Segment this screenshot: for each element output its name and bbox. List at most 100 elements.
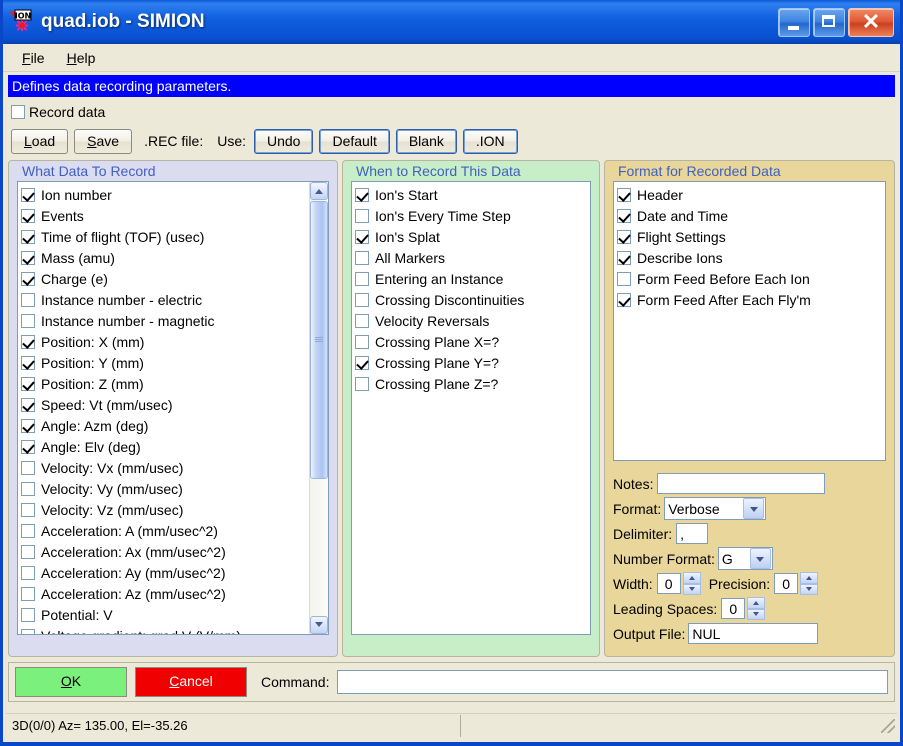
delimiter-input[interactable]: , [676, 523, 709, 544]
list-item[interactable]: Ion's Start [355, 184, 590, 205]
format-option-checkbox[interactable] [617, 229, 631, 244]
list-item[interactable]: Crossing Plane X=? [355, 331, 590, 352]
what-data-checkbox[interactable] [21, 481, 35, 496]
cancel-button[interactable]: Cancel [135, 667, 247, 697]
list-item[interactable]: Charge (e) [21, 268, 328, 289]
list-item[interactable]: Ion's Every Time Step [355, 205, 590, 226]
what-data-checkbox[interactable] [21, 523, 35, 538]
format-option-checkbox[interactable] [617, 187, 631, 202]
what-data-checkbox[interactable] [21, 586, 35, 601]
list-item[interactable]: Speed: Vt (mm/usec) [21, 394, 328, 415]
list-item[interactable]: Instance number - electric [21, 289, 328, 310]
precision-stepper-down-icon[interactable] [800, 583, 819, 595]
format-option-checkbox[interactable] [617, 292, 631, 307]
list-item[interactable]: Position: Y (mm) [21, 352, 328, 373]
when-to-record-checkbox[interactable] [355, 208, 369, 223]
list-item[interactable]: Position: X (mm) [21, 331, 328, 352]
list-item[interactable]: Ion's Splat [355, 226, 590, 247]
scroll-down-button[interactable] [310, 616, 328, 634]
list-item[interactable]: Header [617, 184, 885, 205]
what-data-checkbox[interactable] [21, 628, 35, 634]
list-item[interactable]: Flight Settings [617, 226, 885, 247]
when-to-record-checkbox[interactable] [355, 250, 369, 265]
width-stepper-up-icon[interactable] [682, 572, 701, 584]
load-button[interactable]: Load [11, 128, 69, 154]
list-item[interactable]: Crossing Discontinuities [355, 289, 590, 310]
list-item[interactable]: Potential: V [21, 604, 328, 625]
minimize-button[interactable] [778, 7, 810, 37]
when-to-record-checkbox[interactable] [355, 334, 369, 349]
record-data-checkbox[interactable] [11, 105, 25, 119]
what-data-checkbox[interactable] [21, 334, 35, 349]
list-item[interactable]: Voltage gradient: grad V (V/mm) [21, 625, 328, 634]
when-to-record-checkbox[interactable] [355, 313, 369, 328]
format-select[interactable]: Verbose [664, 497, 767, 520]
what-data-checkbox[interactable] [21, 607, 35, 622]
leading-spaces-stepper-up-icon[interactable] [747, 597, 766, 609]
command-input[interactable] [337, 670, 888, 694]
list-item[interactable]: Angle: Elv (deg) [21, 436, 328, 457]
what-data-checkbox[interactable] [21, 460, 35, 475]
list-item[interactable]: Ion number [21, 184, 328, 205]
list-item[interactable]: Form Feed Before Each Ion [617, 268, 885, 289]
menu-item-help[interactable]: Help [56, 47, 107, 69]
notes-input[interactable] [657, 473, 826, 494]
list-item[interactable]: Velocity: Vx (mm/usec) [21, 457, 328, 478]
what-data-checkbox[interactable] [21, 292, 35, 307]
list-item[interactable]: Instance number - magnetic [21, 310, 328, 331]
what-data-checkbox[interactable] [21, 397, 35, 412]
list-item[interactable]: Angle: Azm (deg) [21, 415, 328, 436]
ion-button[interactable]: .ION [462, 128, 518, 154]
list-item[interactable]: Events [21, 205, 328, 226]
what-data-checkbox[interactable] [21, 418, 35, 433]
what-data-checkbox[interactable] [21, 271, 35, 286]
what-data-checkbox[interactable] [21, 187, 35, 202]
leading-spaces-input[interactable]: 0 [721, 598, 746, 619]
format-option-checkbox[interactable] [617, 271, 631, 286]
list-item[interactable]: Acceleration: Ay (mm/usec^2) [21, 562, 328, 583]
list-item[interactable]: Describe Ions [617, 247, 885, 268]
ok-button[interactable]: OK [15, 667, 127, 697]
list-item[interactable]: Acceleration: A (mm/usec^2) [21, 520, 328, 541]
output-file-input[interactable]: NUL [688, 623, 819, 644]
what-data-checkbox[interactable] [21, 376, 35, 391]
list-item[interactable]: Crossing Plane Z=? [355, 373, 590, 394]
list-item[interactable]: Mass (amu) [21, 247, 328, 268]
what-data-checkbox[interactable] [21, 229, 35, 244]
what-data-checkbox[interactable] [21, 250, 35, 265]
when-to-record-checkbox[interactable] [355, 187, 369, 202]
default-button[interactable]: Default [319, 128, 390, 154]
when-to-record-checkbox[interactable] [355, 271, 369, 286]
list-item[interactable]: Acceleration: Az (mm/usec^2) [21, 583, 328, 604]
list-item[interactable]: Velocity Reversals [355, 310, 590, 331]
number-format-select[interactable]: G [717, 547, 773, 570]
precision-stepper-up-icon[interactable] [800, 572, 819, 584]
when-to-record-checkbox[interactable] [355, 292, 369, 307]
list-item[interactable]: Form Feed After Each Fly'm [617, 289, 885, 310]
precision-stepper[interactable] [800, 572, 819, 595]
what-data-checkbox[interactable] [21, 355, 35, 370]
precision-input[interactable]: 0 [774, 573, 799, 594]
scroll-up-button[interactable] [310, 182, 328, 200]
leading-spaces-stepper[interactable] [747, 597, 766, 620]
resize-grip-icon[interactable] [881, 719, 895, 733]
maximize-button[interactable] [813, 7, 845, 37]
format-option-checkbox[interactable] [617, 208, 631, 223]
menu-item-file[interactable]: File [11, 47, 56, 69]
what-data-checkbox[interactable] [21, 544, 35, 559]
format-chevron-down-icon[interactable] [743, 498, 765, 519]
width-input[interactable]: 0 [656, 573, 681, 594]
list-item[interactable]: Crossing Plane Y=? [355, 352, 590, 373]
number-format-chevron-down-icon[interactable] [749, 548, 771, 569]
list-item[interactable]: Velocity: Vy (mm/usec) [21, 478, 328, 499]
undo-button[interactable]: Undo [254, 128, 314, 154]
when-to-record-checkbox[interactable] [355, 355, 369, 370]
what-data-scrollbar[interactable] [309, 182, 328, 634]
list-item[interactable]: Acceleration: Ax (mm/usec^2) [21, 541, 328, 562]
list-item[interactable]: Entering an Instance [355, 268, 590, 289]
list-item[interactable]: All Markers [355, 247, 590, 268]
what-data-checkbox[interactable] [21, 565, 35, 580]
save-button[interactable]: Save [74, 128, 133, 154]
width-stepper[interactable] [682, 572, 701, 595]
list-item[interactable]: Date and Time [617, 205, 885, 226]
